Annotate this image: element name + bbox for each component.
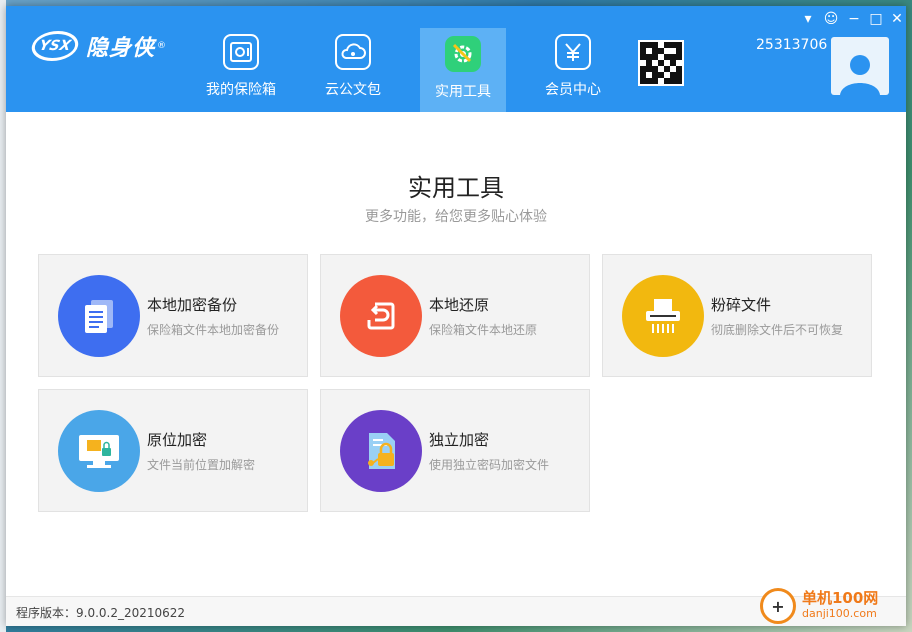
tools-icon: [445, 36, 481, 72]
qr-code-icon[interactable]: [638, 40, 684, 86]
tool-title: 独立加密: [429, 431, 490, 449]
page-title: 实用工具: [408, 174, 504, 202]
header-bar: YSX 隐身侠 ® 我的保险箱 云公文包 实用工具 会员中心 25313706 …: [6, 6, 906, 112]
app-window: YSX 隐身侠 ® 我的保险箱 云公文包 实用工具 会员中心 25313706 …: [6, 6, 906, 626]
tool-card-local-backup[interactable]: 本地加密备份 保险箱文件本地加密备份: [38, 254, 308, 377]
version-label: 程序版本：9.0.0.2_20210622: [16, 606, 186, 620]
tool-desc: 文件当前位置加解密: [147, 458, 256, 472]
menu-dropdown-icon[interactable]: ▾: [797, 11, 819, 27]
tool-card-local-restore[interactable]: 本地还原 保险箱文件本地还原: [320, 254, 590, 377]
avatar[interactable]: [831, 37, 889, 95]
maximize-button[interactable]: □: [865, 11, 887, 27]
document-copy-icon: [58, 275, 140, 357]
logo-mark: YSX: [28, 31, 82, 61]
safe-icon: [223, 34, 259, 70]
tab-my-safe-label: 我的保险箱: [206, 82, 276, 98]
plus-logo-icon: +: [760, 588, 796, 624]
tool-card-independent-encrypt[interactable]: 独立加密 使用独立密码加密文件: [320, 389, 590, 512]
tab-cloud-briefcase[interactable]: 云公文包: [310, 26, 396, 110]
tab-tools[interactable]: 实用工具: [420, 28, 506, 112]
tool-title: 粉碎文件: [711, 296, 772, 314]
shredder-icon: [622, 275, 704, 357]
tab-member-center[interactable]: 会员中心: [530, 26, 616, 110]
tool-desc: 彻底删除文件后不可恢复: [711, 323, 844, 337]
page-subtitle: 更多功能，给您更多贴心体验: [365, 209, 547, 225]
tab-tools-label: 实用工具: [435, 84, 491, 100]
monitor-lock-icon: [58, 410, 140, 492]
tab-member-center-label: 会员中心: [545, 82, 601, 98]
tab-my-safe[interactable]: 我的保险箱: [198, 26, 284, 110]
tool-title: 原位加密: [147, 431, 208, 449]
tool-card-in-place-encrypt[interactable]: 原位加密 文件当前位置加解密: [38, 389, 308, 512]
logo-text: 隐身侠: [86, 36, 156, 61]
logo-registered: ®: [157, 41, 167, 51]
tool-desc: 保险箱文件本地加密备份: [147, 323, 280, 337]
close-button[interactable]: ✕: [886, 11, 908, 27]
tool-desc: 使用独立密码加密文件: [429, 458, 550, 472]
tab-cloud-briefcase-label: 云公文包: [325, 82, 381, 98]
skin-icon[interactable]: ☺: [820, 11, 842, 27]
site-watermark: + 单机100网 danji100.com: [760, 588, 878, 624]
user-id: 25313706: [756, 37, 828, 53]
tool-title: 本地加密备份: [147, 296, 238, 314]
tools-content: 实用工具 更多功能，给您更多贴心体验 本地加密备份 保险箱文件本地加密备份 本地…: [6, 112, 906, 596]
minimize-button[interactable]: −: [843, 11, 865, 27]
tool-title: 本地还原: [429, 296, 490, 314]
cloud-icon: [335, 34, 371, 70]
tool-card-shred-file[interactable]: 粉碎文件 彻底删除文件后不可恢复: [602, 254, 872, 377]
yuan-icon: [555, 34, 591, 70]
watermark-url: danji100.com: [802, 607, 877, 620]
restore-icon: [340, 275, 422, 357]
tool-desc: 保险箱文件本地还原: [429, 323, 538, 337]
watermark-title: 单机100网: [802, 589, 879, 607]
app-logo: YSX 隐身侠 ®: [28, 30, 167, 62]
file-lock-icon: [340, 410, 422, 492]
